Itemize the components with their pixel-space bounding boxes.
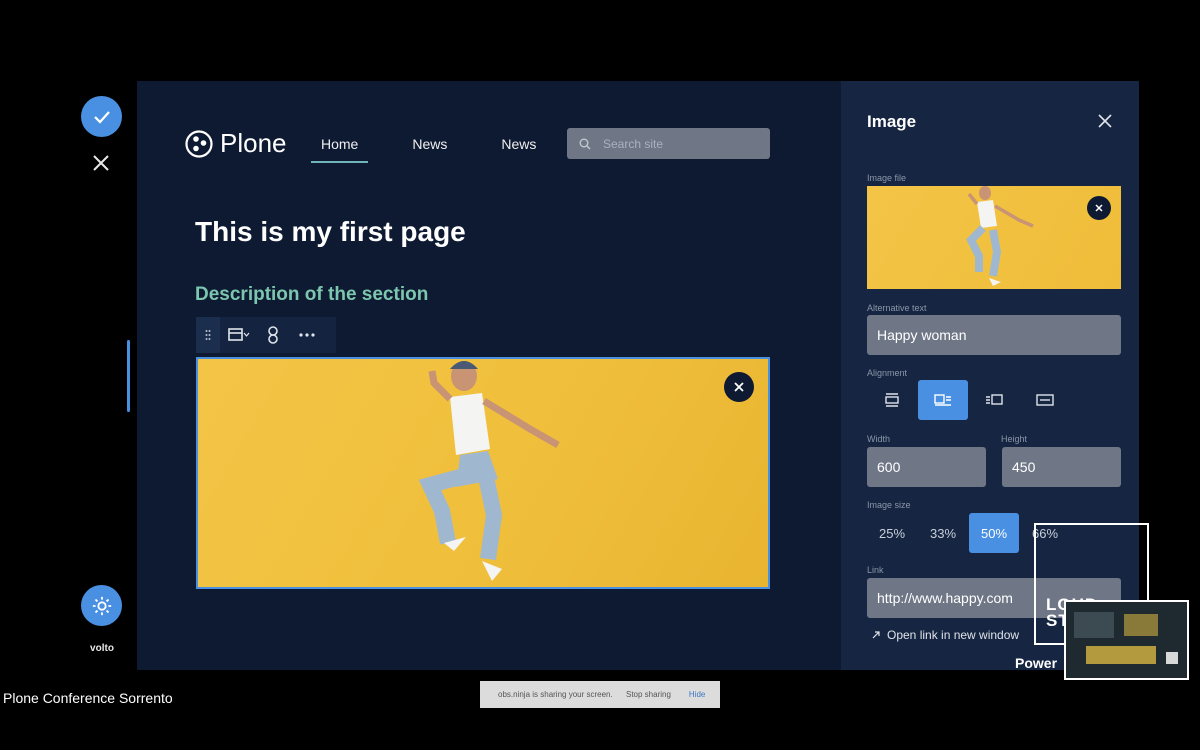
size-25-button[interactable]: 25% (867, 513, 917, 553)
align-full-button[interactable] (1020, 380, 1070, 420)
nav-item-news-2[interactable]: News (491, 134, 546, 163)
powered-by-text: Power (1015, 655, 1058, 671)
camera-feed-image (1066, 602, 1187, 678)
check-icon (93, 110, 110, 124)
remove-image-button[interactable] (724, 372, 754, 402)
close-sidebar-button[interactable] (1097, 113, 1113, 129)
more-icon (299, 333, 315, 337)
settings-button[interactable] (81, 585, 122, 626)
gear-icon (92, 596, 111, 615)
volto-logo: volto (90, 643, 114, 654)
alignment-options (867, 380, 1071, 420)
open-in-new-window-label: Open link in new window (887, 628, 1020, 642)
remove-image-file-button[interactable] (1087, 196, 1111, 220)
save-button[interactable] (81, 96, 122, 137)
more-options-button[interactable] (292, 320, 322, 350)
open-in-new-window-toggle[interactable]: Open link in new window (871, 628, 1019, 642)
nav-item-news[interactable]: News (402, 134, 457, 163)
external-link-icon (872, 631, 880, 639)
stop-sharing-button[interactable]: Stop sharing (626, 690, 671, 699)
link-button[interactable] (258, 320, 288, 350)
align-right-button[interactable] (969, 380, 1019, 420)
page-title[interactable]: This is my first page (195, 216, 466, 248)
happy-woman-thumbnail (966, 186, 1034, 286)
sidebar-title: Image (867, 112, 917, 131)
drag-handle[interactable] (196, 317, 220, 353)
link-label: Link (867, 565, 884, 575)
share-message: obs.ninja is sharing your screen. (498, 690, 613, 699)
image-block[interactable] (196, 357, 770, 589)
camera-preview (1064, 600, 1189, 680)
close-icon (734, 382, 744, 392)
site-logo-text: Plone (220, 128, 287, 158)
align-left-button[interactable] (867, 380, 917, 420)
search-placeholder: Search site (603, 136, 664, 151)
image-file-preview (867, 186, 1121, 289)
width-label: Width (867, 434, 891, 444)
alignment-label: Alignment (867, 368, 908, 378)
plone-logo-icon (185, 129, 213, 158)
main-navigation: Home News News (311, 134, 580, 163)
happy-woman-image (418, 361, 560, 581)
link-icon (268, 326, 278, 344)
size-33-button[interactable]: 33% (918, 513, 968, 553)
block-size-button[interactable] (224, 320, 254, 350)
align-center-icon (934, 394, 951, 406)
page-editor: Plone Home News News Search site This is… (137, 81, 841, 670)
width-input[interactable]: 600 (867, 447, 986, 487)
nav-item-home[interactable]: Home (311, 134, 369, 163)
align-right-icon (986, 394, 1003, 405)
search-icon (579, 138, 591, 149)
alt-text-input[interactable]: Happy woman (867, 315, 1121, 355)
block-toolbar (196, 317, 336, 353)
alt-text-label: Alternative text (867, 303, 927, 313)
screen-share-bar: obs.ninja is sharing your screen. Stop s… (480, 681, 720, 708)
height-label: Height (1001, 434, 1028, 444)
search-input[interactable]: Search site (567, 128, 770, 159)
align-full-icon (1036, 394, 1054, 406)
toolbar-scroll-indicator (127, 340, 130, 412)
hide-button[interactable]: Hide (689, 690, 705, 699)
site-logo[interactable]: Plone (185, 128, 287, 159)
image-file-label: Image file (867, 173, 907, 183)
meeting-name: Plone Conference Sorrento (3, 690, 173, 706)
height-input[interactable]: 450 (1002, 447, 1121, 487)
screen: volto Plone Home News News Search site T… (0, 0, 1200, 750)
page-description[interactable]: Description of the section (195, 284, 428, 306)
image-size-label: Image size (867, 500, 911, 510)
close-icon (1095, 204, 1103, 212)
cancel-button[interactable] (89, 151, 113, 175)
align-left-icon (885, 393, 899, 407)
image-size-icon (228, 328, 250, 341)
drag-handle-icon (205, 330, 211, 340)
size-50-button[interactable]: 50% (969, 513, 1019, 553)
align-center-button[interactable] (918, 380, 968, 420)
